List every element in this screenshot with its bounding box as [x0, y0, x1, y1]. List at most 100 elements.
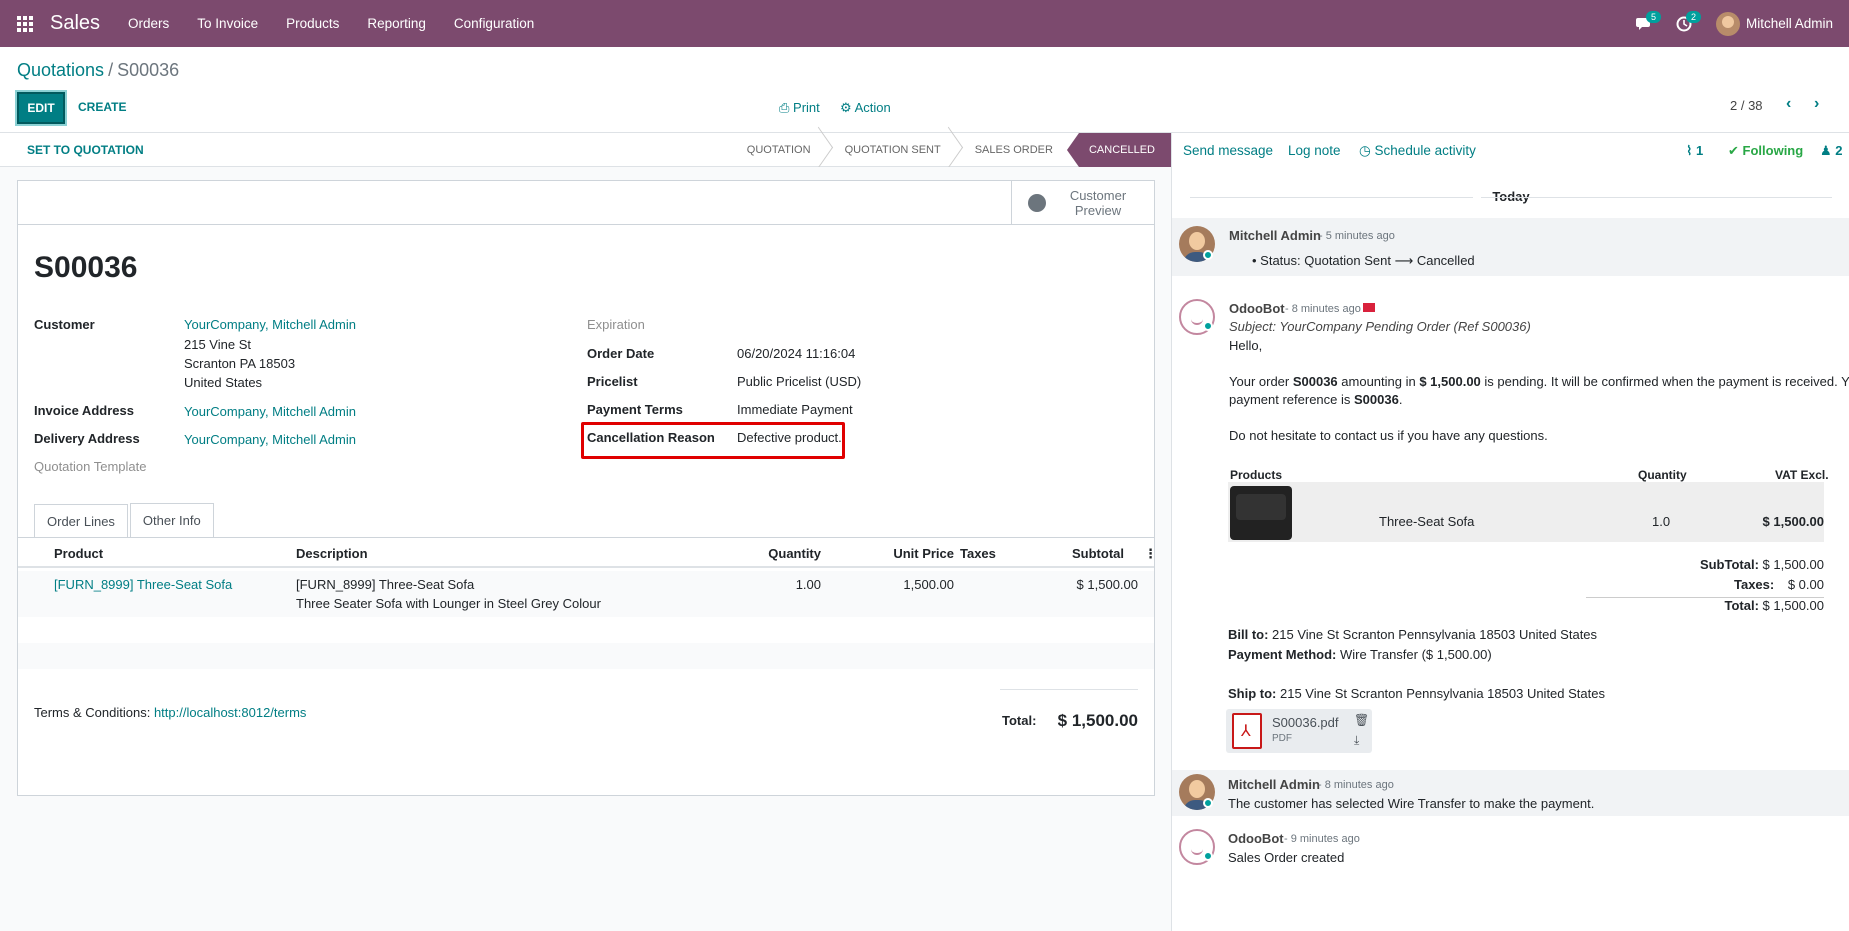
terms-link[interactable]: http://localhost:8012/terms [154, 705, 306, 720]
edit-button[interactable]: EDIT [17, 92, 65, 124]
user-menu[interactable]: Mitchell Admin [1704, 11, 1849, 36]
col-description[interactable]: Description [296, 546, 368, 561]
set-to-quotation-button[interactable]: SET TO QUOTATION [27, 143, 144, 157]
order-ref: S00036 [1292, 374, 1338, 389]
today-divider-right [1481, 197, 1832, 198]
check-icon: ✔ [1728, 143, 1739, 158]
gear-icon: ⚙ [840, 100, 852, 115]
schedule-activity-button[interactable]: ◷ Schedule activity [1359, 143, 1476, 159]
apps-menu-icon[interactable] [0, 0, 50, 47]
message-author[interactable]: Mitchell Admin [1228, 777, 1320, 792]
pricelist-value: Public Pricelist (USD) [737, 374, 862, 389]
followers-button[interactable]: ♟ 2 [1820, 143, 1843, 159]
stage-sales-order[interactable]: SALES ORDER [955, 133, 1067, 167]
mail-product-qty: 1.0 [1652, 514, 1671, 529]
col-quantity[interactable]: Quantity [768, 546, 821, 561]
menu-to-invoice[interactable]: To Invoice [183, 0, 272, 47]
col-unit-price[interactable]: Unit Price [893, 546, 954, 561]
menu-reporting[interactable]: Reporting [353, 0, 440, 47]
create-button[interactable]: CREATE [78, 100, 126, 114]
online-status-icon [1203, 851, 1213, 861]
customer-value[interactable]: YourCompany, Mitchell Admin [184, 317, 356, 332]
print-label: Print [793, 100, 820, 115]
log-note-button[interactable]: Log note [1288, 143, 1341, 158]
menu-configuration[interactable]: Configuration [440, 0, 548, 47]
empty-row [18, 643, 1154, 669]
online-status-icon [1203, 250, 1213, 260]
line-subtotal: $ 1,500.00 [1076, 577, 1138, 592]
clock-icon: ◷ [1359, 143, 1371, 158]
message-hello: Hello, [1229, 338, 1263, 353]
message-author[interactable]: Mitchell Admin [1229, 228, 1321, 243]
download-icon[interactable]: ⤓ [1354, 733, 1359, 748]
messages-badge: 5 [1645, 11, 1661, 23]
line-product[interactable]: [FURN_8999] Three-Seat Sofa [54, 577, 232, 592]
order-name: S00036 [34, 251, 138, 284]
activities-badge: 2 [1685, 11, 1701, 23]
attachments-button[interactable]: ⌇ 1 [1686, 143, 1703, 159]
stage-cancelled[interactable]: CANCELLED [1066, 133, 1171, 167]
paperclip-icon: ⌇ [1686, 143, 1693, 158]
customer-preview-button[interactable]: Customer Preview [1011, 181, 1154, 225]
attachment-name[interactable]: S00036.pdf [1272, 715, 1339, 730]
total-divider [1000, 689, 1138, 690]
mail-payment-method: Payment Method: Wire Transfer ($ 1,500.0… [1228, 647, 1492, 662]
mail-subtotal: SubTotal: $ 1,500.00 [1700, 557, 1824, 572]
chevron-right-icon[interactable]: › [1814, 95, 1819, 113]
action-label: Action [854, 100, 891, 115]
globe-icon [1028, 194, 1046, 212]
table-row[interactable]: [FURN_8999] Three-Seat Sofa [FURN_8999] … [18, 571, 1154, 617]
menu-orders[interactable]: Orders [114, 0, 183, 47]
message-author[interactable]: OdooBot [1229, 301, 1285, 316]
mail-table-products-header: Products [1230, 468, 1283, 482]
mail-taxes: Taxes: $ 0.00 [1734, 577, 1824, 592]
stage-quotation[interactable]: QUOTATION [727, 133, 825, 167]
online-status-icon [1203, 798, 1213, 808]
form-sheet: Customer Preview S00036 Customer YourCom… [17, 180, 1157, 796]
mail-subtotal-value: $ 1,500.00 [1762, 557, 1824, 572]
delivery-address-value[interactable]: YourCompany, Mitchell Admin [184, 432, 356, 447]
col-subtotal[interactable]: Subtotal [1072, 546, 1124, 561]
message-author[interactable]: OdooBot [1228, 831, 1284, 846]
messages-icon[interactable]: 5 [1624, 0, 1664, 47]
send-message-button[interactable]: Send message [1183, 143, 1273, 158]
col-taxes[interactable]: Taxes [960, 546, 996, 561]
message-body: The customer has selected Wire Transfer … [1228, 796, 1595, 811]
order-date-label: Order Date [587, 346, 655, 361]
bill-to-value: 215 Vine St Scranton Pennsylvania 18503 … [1268, 627, 1598, 642]
line-description-1: [FURN_8999] Three-Seat Sofa [296, 577, 475, 592]
tab-other-info[interactable]: Other Info [129, 503, 214, 537]
column-options-icon[interactable]: ⋮ [1144, 546, 1157, 562]
print-button[interactable]: ⎙ Print [779, 100, 820, 116]
form-statusbar: SET TO QUOTATION QUOTATION QUOTATION SEN… [0, 133, 1171, 167]
message-body-line1: Your order S00036 amounting in $ 1,500.0… [1229, 374, 1849, 389]
order-date-value: 06/20/2024 11:16:04 [737, 346, 856, 361]
quotation-template-label: Quotation Template [34, 459, 147, 474]
chevron-left-icon[interactable]: ‹ [1786, 95, 1791, 113]
tab-order-lines[interactable]: Order Lines [34, 504, 128, 538]
trash-icon[interactable]: 🗑 [1354, 713, 1369, 727]
envelope-icon [1363, 303, 1375, 312]
col-product[interactable]: Product [54, 546, 103, 561]
action-button[interactable]: ⚙ Action [840, 100, 891, 116]
invoice-address-label: Invoice Address [34, 403, 134, 418]
attachment-card[interactable]: S00036.pdf PDF 🗑 ⤓ [1226, 709, 1372, 753]
stage-quotation-sent[interactable]: QUOTATION SENT [825, 133, 955, 167]
menu-products[interactable]: Products [272, 0, 353, 47]
payment-terms-value: Immediate Payment [737, 402, 853, 417]
schedule-activity-label: Schedule activity [1374, 143, 1476, 158]
invoice-address-value[interactable]: YourCompany, Mitchell Admin [184, 404, 356, 419]
user-avatar [1715, 11, 1740, 36]
body-text-part: amounting in [1337, 374, 1420, 389]
attachment-type: PDF [1272, 733, 1292, 744]
following-button[interactable]: ✔ Following [1728, 143, 1803, 159]
message-body-line3: Do not hesitate to contact us if you hav… [1229, 428, 1548, 443]
activities-clock-icon[interactable]: 2 [1664, 0, 1704, 47]
message-date: - 9 minutes ago [1284, 833, 1360, 845]
customer-address-line3: United States [184, 375, 263, 390]
pager-value[interactable]: 2 / 38 [1730, 98, 1763, 113]
app-brand[interactable]: Sales [50, 12, 100, 35]
mail-bill-to: Bill to: 215 Vine St Scranton Pennsylvan… [1228, 627, 1597, 642]
breadcrumb-quotations[interactable]: Quotations [17, 60, 104, 80]
payment-method-value: Wire Transfer ($ 1,500.00) [1336, 647, 1492, 662]
